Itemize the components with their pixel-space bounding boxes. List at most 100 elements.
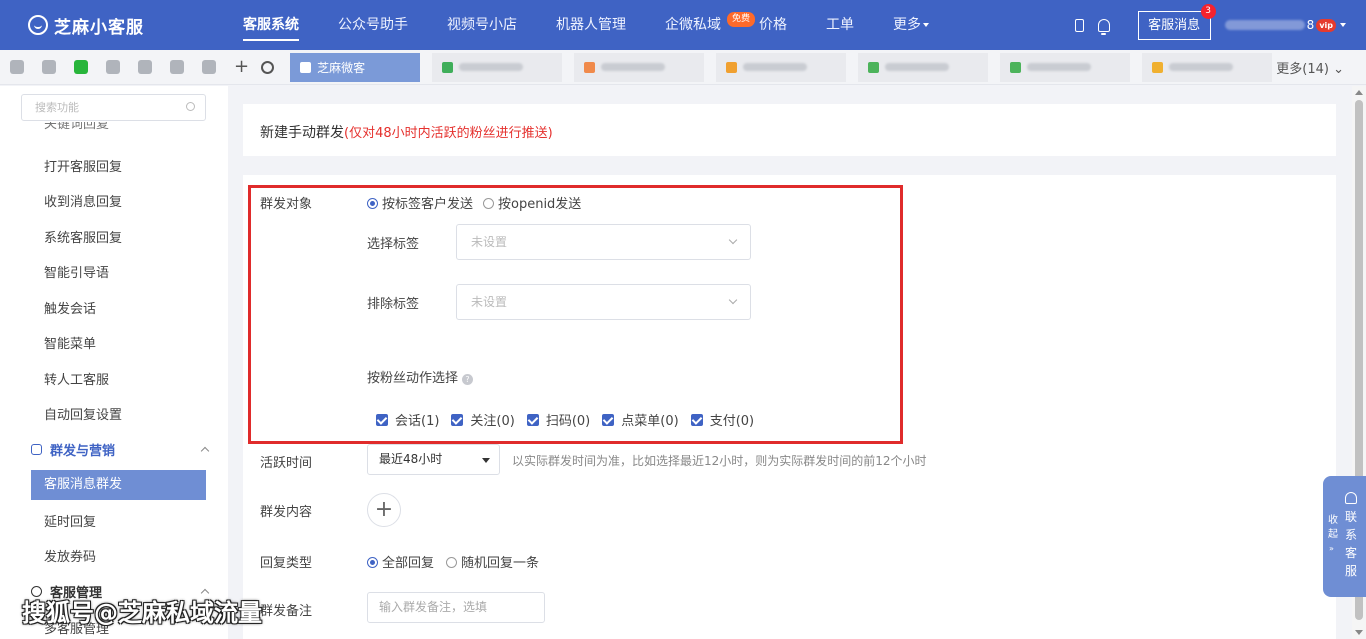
chat-icon[interactable] [42,60,56,74]
shield-icon[interactable] [202,60,216,74]
nav-item-service-system[interactable]: 客服系统 [243,0,299,50]
sidebar-item-trigger-session[interactable]: 触发会话 [44,298,96,317]
tab-label-blurred [1027,63,1092,71]
contact-service-label: 联系客服 [1345,510,1358,578]
content-label: 群发内容 [260,505,313,520]
radio-unchecked-icon [446,557,457,568]
bell-icon[interactable] [1097,18,1110,35]
nav-item-video-shop[interactable]: 视频号小店 [447,0,517,50]
sidebar-item-smart-guide[interactable]: 智能引导语 [44,262,109,281]
marketing-icon [31,444,42,455]
message-count-badge: 3 [1200,3,1216,19]
user-name-blurred[interactable] [1224,20,1305,30]
logo-icon [28,15,48,35]
page-header-card: 新建手动群发(仅对48小时内活跃的粉丝进行推送) [243,104,1336,156]
settings-icon[interactable] [261,60,275,74]
sidebar-item-system-reply[interactable]: 系统客服回复 [44,227,122,246]
contact-service-float[interactable]: 收起 » 联系客服 [1323,476,1366,597]
tab-account[interactable] [858,52,989,82]
sidebar-section-marketing[interactable]: 群发与营销 [31,440,115,459]
wechat-icon[interactable] [74,60,88,74]
sidebar-item-smart-menu[interactable]: 智能菜单 [44,333,96,352]
tab-label-blurred [601,63,666,71]
active-time-hint: 以实际群发时间为准，比如选择最近12小时，则为实际群发时间的前12个小时 [512,454,927,468]
sidebar-item-issue-coupon[interactable]: 发放券码 [44,546,96,565]
account-icon [442,61,454,73]
caret-down-icon [482,458,490,463]
nav-item-more[interactable]: 更多 [893,0,929,50]
collapse-label[interactable]: 收起 [1328,514,1338,542]
more-tabs-dropdown[interactable]: 更多(14) ⌄ [1276,58,1344,77]
tab-account[interactable] [1142,52,1273,82]
account-icon [584,61,596,73]
watermark: 搜狐号@芝麻私域流量 [22,599,262,627]
sidebar-item-keyword-reply[interactable]: 关键词回复 [44,122,109,136]
account-tab-strip: + 芝麻微客 更多(14) ⌄ [0,50,1366,85]
wechat-icon [300,61,312,73]
radio-reply-random[interactable]: 随机回复一条 [446,552,539,571]
scroll-down-icon[interactable] [1355,630,1363,635]
asterisk-icon[interactable] [170,60,184,74]
tab-label-blurred [743,63,808,71]
service-message-label: 客服消息 [1148,17,1201,33]
note-placeholder: 输入群发备注，选填 [379,600,488,614]
sidebar-item-delayed-reply[interactable]: 延时回复 [44,511,96,530]
function-search-input[interactable]: 搜索功能 [21,94,206,121]
main-nav: 客服系统 公众号助手 视频号小店 机器人管理 企微私域 免费 价格 工单 更多 [203,0,929,50]
active-time-label: 活跃时间 [260,456,313,471]
nav-item-ticket[interactable]: 工单 [826,0,854,50]
page-title-note: (仅对48小时内活跃的粉丝进行推送) [344,126,553,141]
search-placeholder: 搜索功能 [35,101,79,114]
user-menu-caret-icon[interactable] [1340,23,1346,27]
more-tabs-label: 更多(14) [1276,61,1329,77]
add-content-button[interactable]: + [367,493,401,527]
account-icon [1152,61,1164,73]
active-time-value: 最近48小时 [379,452,443,466]
tab-label-blurred [459,63,524,71]
tab-label-blurred [885,63,950,71]
sidebar-item-auto-reply-settings[interactable]: 自动回复设置 [44,404,122,423]
quick-app-icons [10,60,234,74]
free-badge: 免费 [726,12,755,27]
double-arrow-icon: » [1329,544,1334,553]
sidebar: 搜索功能 关键词回复 打开客服回复 收到消息回复 系统客服回复 智能引导语 触发… [0,86,228,639]
tab-zhima-weike[interactable]: 芝麻微客 [290,52,421,82]
service-message-button[interactable]: 客服消息 3 [1137,3,1216,40]
scroll-up-icon[interactable] [1355,90,1363,95]
search-icon [186,102,195,111]
nav-item-wecom-private[interactable]: 企微私域 免费 [665,0,755,50]
account-icon [726,61,738,73]
sidebar-item-open-reply[interactable]: 打开客服回复 [44,156,122,175]
tab-account[interactable] [716,52,847,82]
headset-icon [1345,492,1357,504]
sidebar-item-transfer-agent[interactable]: 转人工客服 [44,369,109,388]
radio-checked-icon [367,557,378,568]
add-tab-icon[interactable]: + [234,58,249,76]
broadcast-note-input[interactable]: 输入群发备注，选填 [367,592,545,623]
pin-icon[interactable] [138,60,152,74]
highlight-box [248,185,903,444]
nav-more-label: 更多 [893,17,921,33]
link-icon[interactable] [106,60,120,74]
nav-item-robot-management[interactable]: 机器人管理 [556,0,626,50]
doc-icon[interactable] [10,60,24,74]
tab-account[interactable] [432,52,563,82]
tab-account[interactable] [1000,52,1131,82]
sidebar-item-service-broadcast[interactable]: 客服消息群发 [31,470,206,500]
tab-label: 芝麻微客 [317,60,366,75]
mobile-icon[interactable] [1074,18,1084,32]
tab-account[interactable] [574,52,705,82]
note-label: 群发备注 [260,604,313,619]
app-logo[interactable]: 芝麻小客服 [28,13,203,38]
radio-reply-all[interactable]: 全部回复 [367,552,434,571]
account-icon [868,61,880,73]
active-time-select[interactable]: 最近48小时 [367,444,500,475]
nav-item-price[interactable]: 价格 [759,0,787,50]
radio-label: 全部回复 [382,556,435,571]
sidebar-item-message-reply[interactable]: 收到消息回复 [44,191,122,210]
nav-item-official-account[interactable]: 公众号助手 [338,0,408,50]
caret-down-icon [923,23,929,27]
nav-item-wecom-label: 企微私域 [665,17,721,33]
tab-label-blurred [1169,63,1234,71]
chevron-up-icon[interactable] [200,446,210,456]
